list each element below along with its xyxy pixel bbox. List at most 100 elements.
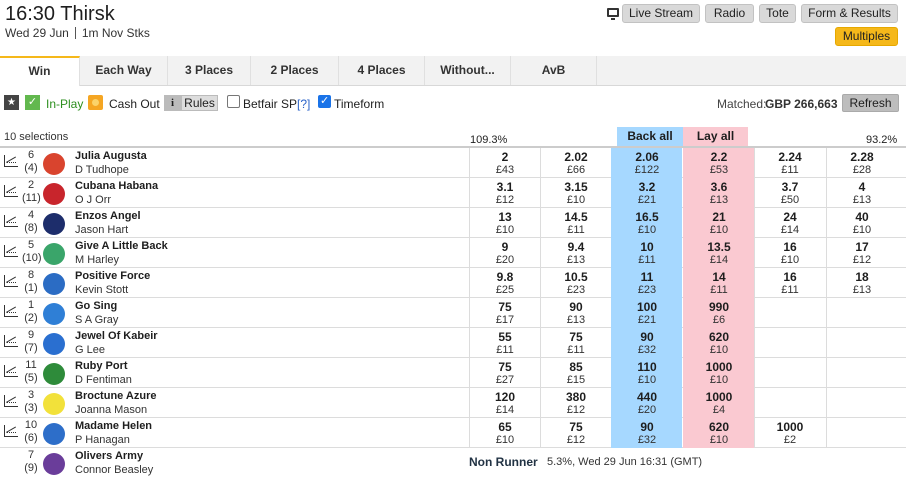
back-price-cell[interactable]: 2.02 £66 bbox=[540, 148, 611, 178]
lay-price-cell[interactable]: 2.2 £53 bbox=[683, 148, 754, 178]
runner-name[interactable]: Olivers Army bbox=[75, 450, 143, 462]
lay-price-cell[interactable]: 1000 £2 bbox=[754, 418, 825, 448]
chart-icon[interactable] bbox=[4, 215, 18, 227]
lay-price-cell[interactable]: 1000 £10 bbox=[683, 358, 754, 388]
back-price-cell[interactable]: 90 £32 bbox=[611, 328, 682, 358]
back-price-cell[interactable]: 3.15 £10 bbox=[540, 178, 611, 208]
lay-price-cell[interactable] bbox=[826, 298, 897, 328]
back-price-cell[interactable]: 14.5 £11 bbox=[540, 208, 611, 238]
back-price-cell[interactable]: 11 £23 bbox=[611, 268, 682, 298]
lay-price-cell[interactable] bbox=[754, 358, 825, 388]
lay-price-cell[interactable]: 990 £6 bbox=[683, 298, 754, 328]
runner-name[interactable]: Positive Force bbox=[75, 270, 150, 282]
tab-each-way[interactable]: Each Way bbox=[80, 56, 168, 85]
runner-name[interactable]: Broctune Azure bbox=[75, 390, 157, 402]
chart-icon[interactable] bbox=[4, 245, 18, 257]
lay-all-button[interactable]: Lay all bbox=[683, 127, 748, 146]
lay-price-cell[interactable]: 3.7 £50 bbox=[754, 178, 825, 208]
lay-price-cell[interactable]: 17 £12 bbox=[826, 238, 897, 268]
star-icon[interactable]: ★ bbox=[4, 95, 19, 110]
tab-2-places[interactable]: 2 Places bbox=[251, 56, 339, 85]
tab-3-places[interactable]: 3 Places bbox=[168, 56, 251, 85]
lay-price-cell[interactable]: 16 £11 bbox=[754, 268, 825, 298]
chart-icon[interactable] bbox=[4, 365, 18, 377]
lay-price-cell[interactable]: 620 £10 bbox=[683, 418, 754, 448]
back-price-cell[interactable]: 10.5 £23 bbox=[540, 268, 611, 298]
lay-price-cell[interactable]: 620 £10 bbox=[683, 328, 754, 358]
lay-price-cell[interactable] bbox=[826, 358, 897, 388]
lay-price-cell[interactable]: 16 £10 bbox=[754, 238, 825, 268]
lay-price-cell[interactable] bbox=[754, 298, 825, 328]
info-icon[interactable]: i bbox=[164, 95, 181, 111]
back-price-cell[interactable]: 110 £10 bbox=[611, 358, 682, 388]
lay-price-cell[interactable] bbox=[826, 418, 897, 448]
tv-icon[interactable] bbox=[607, 8, 619, 20]
back-price-cell[interactable]: 100 £21 bbox=[611, 298, 682, 328]
back-price-cell[interactable]: 75 £11 bbox=[540, 328, 611, 358]
multiples-button[interactable]: Multiples bbox=[835, 27, 898, 46]
lay-price-cell[interactable]: 18 £13 bbox=[826, 268, 897, 298]
runner-name[interactable]: Jewel Of Kabeir bbox=[75, 330, 158, 342]
radio-button[interactable]: Radio bbox=[705, 4, 754, 23]
back-price-cell[interactable]: 75 £17 bbox=[469, 298, 540, 328]
back-price-cell[interactable]: 16.5 £10 bbox=[611, 208, 682, 238]
betfair-sp-checkbox[interactable] bbox=[227, 95, 240, 108]
back-price-cell[interactable]: 10 £11 bbox=[611, 238, 682, 268]
back-price-cell[interactable]: 55 £11 bbox=[469, 328, 540, 358]
chart-icon[interactable] bbox=[4, 275, 18, 287]
back-all-button[interactable]: Back all bbox=[617, 127, 683, 146]
lay-price-cell[interactable]: 24 £14 bbox=[754, 208, 825, 238]
back-price-cell[interactable]: 9 £20 bbox=[469, 238, 540, 268]
lay-price-cell[interactable]: 13.5 £14 bbox=[683, 238, 754, 268]
runner-name[interactable]: Go Sing bbox=[75, 300, 117, 312]
tote-button[interactable]: Tote bbox=[759, 4, 796, 23]
back-price-cell[interactable]: 440 £20 bbox=[611, 388, 682, 418]
chart-icon[interactable] bbox=[4, 395, 18, 407]
rules-button[interactable]: Rules bbox=[181, 95, 218, 111]
back-price-cell[interactable]: 3.1 £12 bbox=[469, 178, 540, 208]
lay-price-cell[interactable]: 21 £10 bbox=[683, 208, 754, 238]
runner-name[interactable]: Cubana Habana bbox=[75, 180, 158, 192]
chart-icon[interactable] bbox=[4, 305, 18, 317]
runner-name[interactable]: Madame Helen bbox=[75, 420, 152, 432]
back-price-cell[interactable]: 75 £12 bbox=[540, 418, 611, 448]
chart-icon[interactable] bbox=[4, 185, 18, 197]
runner-name[interactable]: Ruby Port bbox=[75, 360, 128, 372]
tab-win[interactable]: Win bbox=[0, 56, 80, 86]
tab-avb[interactable]: AvB bbox=[511, 56, 597, 85]
back-price-cell[interactable]: 90 £13 bbox=[540, 298, 611, 328]
lay-price-cell[interactable] bbox=[826, 328, 897, 358]
form-results-button[interactable]: Form & Results bbox=[801, 4, 898, 23]
live-stream-button[interactable]: Live Stream bbox=[622, 4, 700, 23]
tab-4-places[interactable]: 4 Places bbox=[339, 56, 425, 85]
back-price-cell[interactable]: 9.8 £25 bbox=[469, 268, 540, 298]
back-price-cell[interactable]: 75 £27 bbox=[469, 358, 540, 388]
timeform-checkbox[interactable] bbox=[318, 94, 331, 108]
tab-without[interactable]: Without... bbox=[425, 56, 511, 85]
chart-icon[interactable] bbox=[4, 425, 18, 437]
runner-name[interactable]: Give A Little Back bbox=[75, 240, 168, 252]
lay-price-cell[interactable]: 14 £11 bbox=[683, 268, 754, 298]
lay-price-cell[interactable] bbox=[826, 388, 897, 418]
lay-price-cell[interactable]: 2.28 £28 bbox=[826, 148, 897, 178]
lay-price-cell[interactable] bbox=[754, 328, 825, 358]
runner-name[interactable]: Julia Augusta bbox=[75, 150, 147, 162]
lay-price-cell[interactable] bbox=[754, 388, 825, 418]
chart-icon[interactable] bbox=[4, 155, 18, 167]
back-price-cell[interactable]: 380 £12 bbox=[540, 388, 611, 418]
back-price-cell[interactable]: 2 £43 bbox=[469, 148, 540, 178]
back-price-cell[interactable]: 13 £10 bbox=[469, 208, 540, 238]
back-price-cell[interactable]: 65 £10 bbox=[469, 418, 540, 448]
back-price-cell[interactable]: 90 £32 bbox=[611, 418, 682, 448]
lay-price-cell[interactable]: 3.6 £13 bbox=[683, 178, 754, 208]
back-price-cell[interactable]: 2.06 £122 bbox=[611, 148, 682, 178]
chart-icon[interactable] bbox=[4, 335, 18, 347]
lay-price-cell[interactable]: 40 £10 bbox=[826, 208, 897, 238]
back-price-cell[interactable]: 3.2 £21 bbox=[611, 178, 682, 208]
back-price-cell[interactable]: 9.4 £13 bbox=[540, 238, 611, 268]
help-link[interactable]: [?] bbox=[297, 97, 310, 111]
lay-price-cell[interactable]: 2.24 £11 bbox=[754, 148, 825, 178]
runner-name[interactable]: Enzos Angel bbox=[75, 210, 141, 222]
lay-price-cell[interactable]: 4 £13 bbox=[826, 178, 897, 208]
lay-price-cell[interactable]: 1000 £4 bbox=[683, 388, 754, 418]
